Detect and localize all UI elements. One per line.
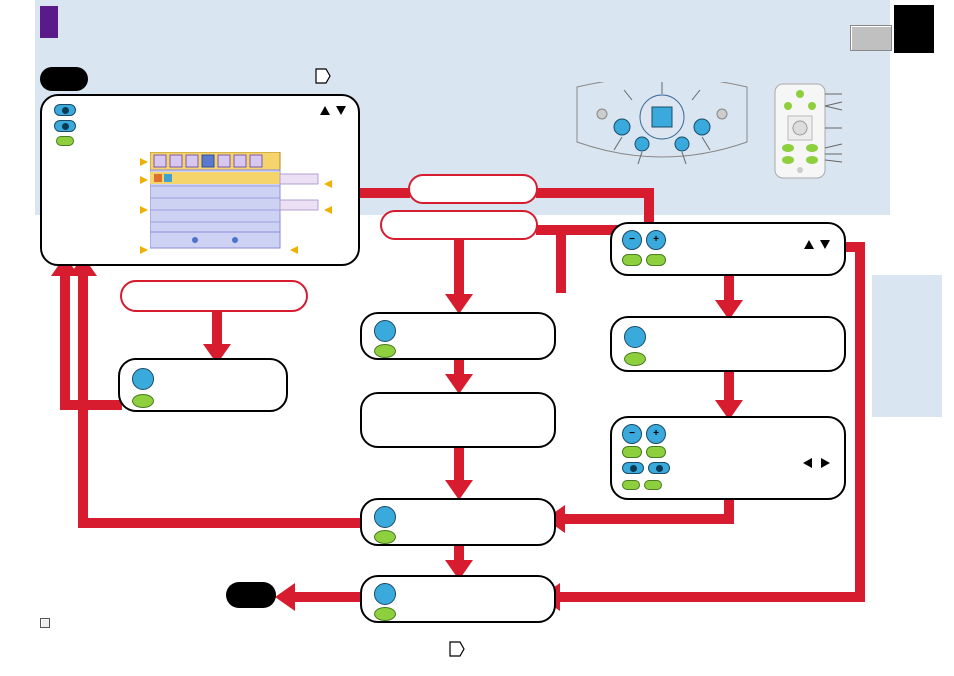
auto-step-3 — [360, 498, 556, 546]
green-button-icon — [624, 352, 646, 366]
green-minus-icon — [622, 446, 642, 458]
minus-button-icon: − — [622, 230, 642, 250]
triangle-up-icon — [320, 106, 330, 115]
flow-line — [536, 188, 654, 198]
auto-step-1 — [360, 312, 556, 360]
flow-line — [212, 310, 222, 348]
red-step-3 — [120, 280, 308, 312]
left-right-green-buttons — [622, 480, 662, 490]
black-corner-decor — [894, 5, 934, 53]
minus-plus-green — [622, 446, 666, 458]
flow-line — [60, 272, 70, 410]
minus-plus-buttons: − + — [622, 424, 666, 444]
yellow-arrow-icon — [140, 206, 148, 214]
volume-eye-icon — [54, 120, 76, 132]
flow-arrowhead-down — [445, 374, 473, 394]
manual-step-1: − + — [610, 222, 846, 276]
flow-line — [855, 242, 865, 597]
minus-plus-buttons: − + — [622, 230, 666, 250]
green-pill-icon — [56, 136, 74, 146]
flow-line — [454, 240, 464, 298]
yellow-arrow-icon — [140, 246, 148, 254]
gray-button-decor — [850, 25, 892, 51]
triangle-up-icon — [804, 240, 814, 249]
green-plus-icon — [646, 254, 666, 266]
menu-button-icon — [374, 583, 396, 605]
volume-left-icon — [622, 462, 644, 474]
action-exit-node — [118, 358, 288, 412]
yellow-arrow-icon — [324, 180, 332, 188]
green-left-icon — [622, 480, 640, 490]
volume-eye-icon — [54, 104, 76, 116]
triangle-right-icon — [821, 458, 830, 468]
side-panel-bg — [872, 275, 942, 417]
remote-control-illustration — [770, 82, 845, 182]
store-step — [360, 575, 556, 623]
red-step-1 — [408, 174, 538, 204]
flow-line — [556, 225, 566, 293]
plus-button-icon: + — [646, 424, 666, 444]
green-button-icon — [374, 344, 396, 358]
yellow-arrow-icon — [140, 158, 148, 166]
onscreen-menu-illustration — [150, 152, 320, 252]
flow-arrowhead-left — [275, 583, 295, 611]
control-panel-illustration — [572, 82, 752, 177]
green-minus-icon — [622, 254, 642, 266]
flow-line — [724, 500, 734, 514]
flow-line — [454, 445, 464, 485]
pentagon-icon — [448, 640, 466, 663]
main-menu-node — [40, 94, 360, 266]
flow-line — [78, 272, 88, 528]
menu-button-icon — [624, 326, 646, 348]
triangle-down-icon — [820, 240, 830, 249]
flow-line — [560, 514, 734, 524]
triangle-down-icon — [336, 106, 346, 115]
flow-arrowhead-down — [445, 294, 473, 314]
flow-line — [644, 188, 654, 226]
volume-right-icon — [648, 462, 670, 474]
green-right-icon — [644, 480, 662, 490]
green-button-icon — [132, 394, 154, 408]
flow-line — [358, 188, 410, 198]
flow-arrowhead-down — [445, 480, 473, 500]
footnote-marker — [40, 618, 50, 628]
yellow-arrow-icon — [290, 246, 298, 254]
triangle-left-icon — [803, 458, 812, 468]
menu-button-icon — [374, 320, 396, 342]
flow-line — [78, 518, 360, 528]
green-button-icon — [374, 530, 396, 544]
red-step-2 — [380, 210, 538, 240]
green-button-icon — [374, 607, 396, 621]
pentagon-icon — [314, 67, 332, 90]
minus-button-icon: − — [622, 424, 642, 444]
yellow-arrow-icon — [140, 176, 148, 184]
manual-step-2 — [610, 316, 846, 372]
flow-line — [555, 592, 865, 602]
end-node — [226, 582, 276, 608]
minus-plus-green — [622, 254, 666, 266]
manual-step-3: − + — [610, 416, 846, 500]
plus-button-icon: + — [646, 230, 666, 250]
purple-decor-bar — [40, 6, 58, 38]
green-plus-icon — [646, 446, 666, 458]
flow-line — [290, 592, 360, 602]
yellow-arrow-icon — [324, 206, 332, 214]
start-node — [40, 67, 88, 91]
menu-button-icon — [132, 368, 154, 390]
flow-line — [60, 400, 122, 410]
left-right-eye-buttons — [622, 462, 670, 474]
auto-step-2 — [360, 392, 556, 448]
menu-button-icon — [374, 506, 396, 528]
